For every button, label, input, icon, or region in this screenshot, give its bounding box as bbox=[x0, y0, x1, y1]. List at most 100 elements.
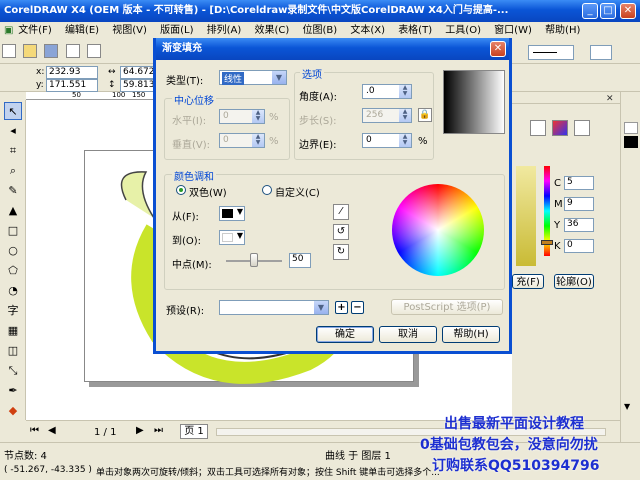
outline-tool-icon[interactable]: ✒ bbox=[4, 382, 22, 400]
x-position-field[interactable]: 232.93 mm bbox=[46, 66, 98, 88]
postscript-options-button[interactable]: PostScript 选项(P) bbox=[391, 299, 503, 315]
spinner-icon: ▲ ▼ bbox=[252, 110, 264, 123]
menu-view[interactable]: 视图(V) bbox=[107, 22, 152, 40]
polygon-tool-icon[interactable]: ⬠ bbox=[4, 262, 22, 280]
object-properties-docker: ✕ C 5 M 9 Y 36 K 0 充(F) 轮廓(O) bbox=[512, 92, 620, 422]
table-tool-icon[interactable]: ▦ bbox=[4, 322, 22, 340]
menu-help[interactable]: 帮助(H) bbox=[540, 22, 585, 40]
dialog-close-button[interactable]: ✕ bbox=[490, 41, 506, 57]
crop-tool-icon[interactable]: ⌗ bbox=[4, 142, 22, 160]
app-title: CorelDRAW X4 (OEM 版本 - 不可转售) - [D:\Corel… bbox=[4, 5, 509, 16]
from-color-swatch bbox=[222, 209, 233, 218]
midpoint-slider-handle[interactable] bbox=[250, 253, 258, 267]
outline-width-select[interactable] bbox=[528, 45, 574, 60]
help-button[interactable]: 帮助(H) bbox=[442, 326, 500, 343]
two-color-radio[interactable] bbox=[176, 185, 186, 195]
close-button[interactable]: ✕ bbox=[620, 3, 636, 19]
custom-radio[interactable] bbox=[262, 185, 272, 195]
gradient-preview[interactable] bbox=[443, 70, 505, 134]
ok-button[interactable]: 确定 bbox=[316, 326, 374, 343]
cw-blend-icon[interactable]: ↻ bbox=[333, 244, 349, 260]
promo-line-3: 订购联系QQ510394796 bbox=[432, 458, 600, 474]
interactive-tool-icon[interactable]: ◫ bbox=[4, 342, 22, 360]
promo-line-2: 0基础包教包会，没意向勿扰 bbox=[420, 437, 598, 453]
status-hint: 单击对象两次可旋转/倾斜；双击工具可选择所有对象；按住 Shift 键单击可选择… bbox=[96, 468, 440, 478]
magenta-label: M bbox=[554, 199, 563, 210]
promo-line-1: 出售最新平面设计教程 bbox=[444, 416, 584, 432]
magenta-field[interactable]: 9 bbox=[564, 197, 594, 211]
type-select[interactable]: 线性 ▼ bbox=[219, 70, 287, 85]
remove-preset-icon[interactable]: − bbox=[351, 301, 364, 314]
color-swatch-icon[interactable] bbox=[552, 120, 568, 136]
presets-label: 预设(R): bbox=[166, 306, 205, 317]
toolbox: ↖ ◂ ⌗ ⌕ ✎ ▲ □ ○ ⬠ ◔ 字 ▦ ◫ ⤡ ✒ ◆ bbox=[0, 100, 26, 420]
new-document-icon[interactable] bbox=[2, 44, 16, 58]
first-page-icon[interactable]: ⏮ bbox=[30, 425, 39, 436]
next-page-icon[interactable]: ▶ bbox=[136, 425, 144, 436]
fountain-fill-dialog: 渐变填充 ✕ 类型(T): 线性 ▼ 中心位移 水平(I): 0 ▲ ▼ % 垂直(… bbox=[153, 38, 512, 354]
steps-field[interactable]: 256 ▲ ▼ bbox=[362, 108, 412, 123]
edge-pad-label: 边界(E): bbox=[299, 140, 337, 151]
smart-fill-tool-icon[interactable]: ▲ bbox=[4, 202, 22, 220]
print-icon[interactable] bbox=[65, 44, 80, 58]
presets-select[interactable]: ▼ bbox=[219, 300, 329, 315]
vertical-offset-field[interactable]: 0 ▲ ▼ bbox=[219, 133, 265, 148]
line-style-select[interactable] bbox=[590, 45, 612, 60]
prev-page-icon[interactable]: ◀ bbox=[48, 425, 56, 436]
open-icon[interactable] bbox=[23, 44, 38, 58]
center-offset-label: 中心位移 bbox=[172, 92, 216, 107]
page-tab[interactable]: 页 1 bbox=[180, 424, 208, 439]
spinner-icon: ▲ ▼ bbox=[399, 85, 411, 98]
add-preset-icon[interactable]: + bbox=[335, 301, 348, 314]
edge-pad-field[interactable]: 0 ▲ ▼ bbox=[362, 133, 412, 148]
pick-tool-icon[interactable]: ↖ bbox=[4, 102, 22, 120]
cancel-button[interactable]: 取消 bbox=[379, 326, 437, 343]
fill-apply-button[interactable]: 充(F) bbox=[512, 274, 544, 289]
text-tool-icon[interactable]: 字 bbox=[4, 302, 22, 320]
from-color-picker[interactable]: ▼ bbox=[219, 206, 245, 221]
horizontal-offset-field[interactable]: 0 ▲ ▼ bbox=[219, 109, 265, 124]
rectangle-tool-icon[interactable]: □ bbox=[4, 222, 22, 240]
midpoint-field[interactable]: 50 bbox=[289, 253, 311, 268]
palette-swatch[interactable] bbox=[624, 122, 638, 134]
color-wheel[interactable] bbox=[392, 184, 484, 276]
palette-swatch[interactable] bbox=[624, 136, 638, 148]
outline-apply-button[interactable]: 轮廓(O) bbox=[554, 274, 594, 289]
y-label: y: bbox=[36, 80, 44, 90]
two-color-label: 双色(W) bbox=[189, 188, 227, 199]
direct-blend-icon[interactable]: ⁄ bbox=[333, 204, 349, 220]
eyedropper-tool-icon[interactable]: ⤡ bbox=[4, 362, 22, 380]
restore-button[interactable]: □ bbox=[600, 3, 616, 19]
ruler-tick-label: 50 bbox=[72, 91, 81, 99]
angle-field[interactable]: .0 ▲ ▼ bbox=[362, 84, 412, 99]
freehand-tool-icon[interactable]: ✎ bbox=[4, 182, 22, 200]
minimize-button[interactable]: _ bbox=[582, 3, 598, 19]
dialog-title: 渐变填充 bbox=[162, 43, 202, 54]
yellow-field[interactable]: 36 bbox=[564, 218, 594, 232]
steps-label: 步长(S): bbox=[299, 116, 337, 127]
palette-icon[interactable] bbox=[574, 120, 590, 136]
black-field[interactable]: 0 bbox=[564, 239, 594, 253]
hue-slider-handle[interactable] bbox=[541, 240, 553, 245]
palette-scroll-down-icon[interactable]: ▼ bbox=[624, 402, 630, 411]
cyan-field[interactable]: 5 bbox=[564, 176, 594, 190]
to-color-picker[interactable]: ▼ bbox=[219, 230, 245, 245]
menu-edit[interactable]: 编辑(E) bbox=[60, 22, 104, 40]
fill-type-icon[interactable] bbox=[530, 120, 546, 136]
cut-icon[interactable] bbox=[86, 44, 101, 58]
color-preview bbox=[516, 166, 536, 266]
shape-tool-icon[interactable]: ◂ bbox=[4, 122, 22, 140]
menu-file[interactable]: 文件(F) bbox=[13, 22, 57, 40]
vertical-label: 垂直(V): bbox=[172, 140, 211, 151]
lock-icon[interactable]: 🔒 bbox=[418, 108, 432, 122]
docker-close-icon[interactable]: ✕ bbox=[606, 94, 614, 104]
fill-tool-icon[interactable]: ◆ bbox=[4, 402, 22, 420]
basic-shapes-tool-icon[interactable]: ◔ bbox=[4, 282, 22, 300]
save-icon[interactable] bbox=[44, 44, 59, 58]
width-field[interactable]: 64.672 bbox=[120, 66, 155, 79]
last-page-icon[interactable]: ⏭ bbox=[154, 425, 163, 436]
ccw-blend-icon[interactable]: ↺ bbox=[333, 224, 349, 240]
zoom-tool-icon[interactable]: ⌕ bbox=[4, 162, 22, 180]
app-menu-icon[interactable]: ▣ bbox=[0, 22, 13, 40]
ellipse-tool-icon[interactable]: ○ bbox=[4, 242, 22, 260]
